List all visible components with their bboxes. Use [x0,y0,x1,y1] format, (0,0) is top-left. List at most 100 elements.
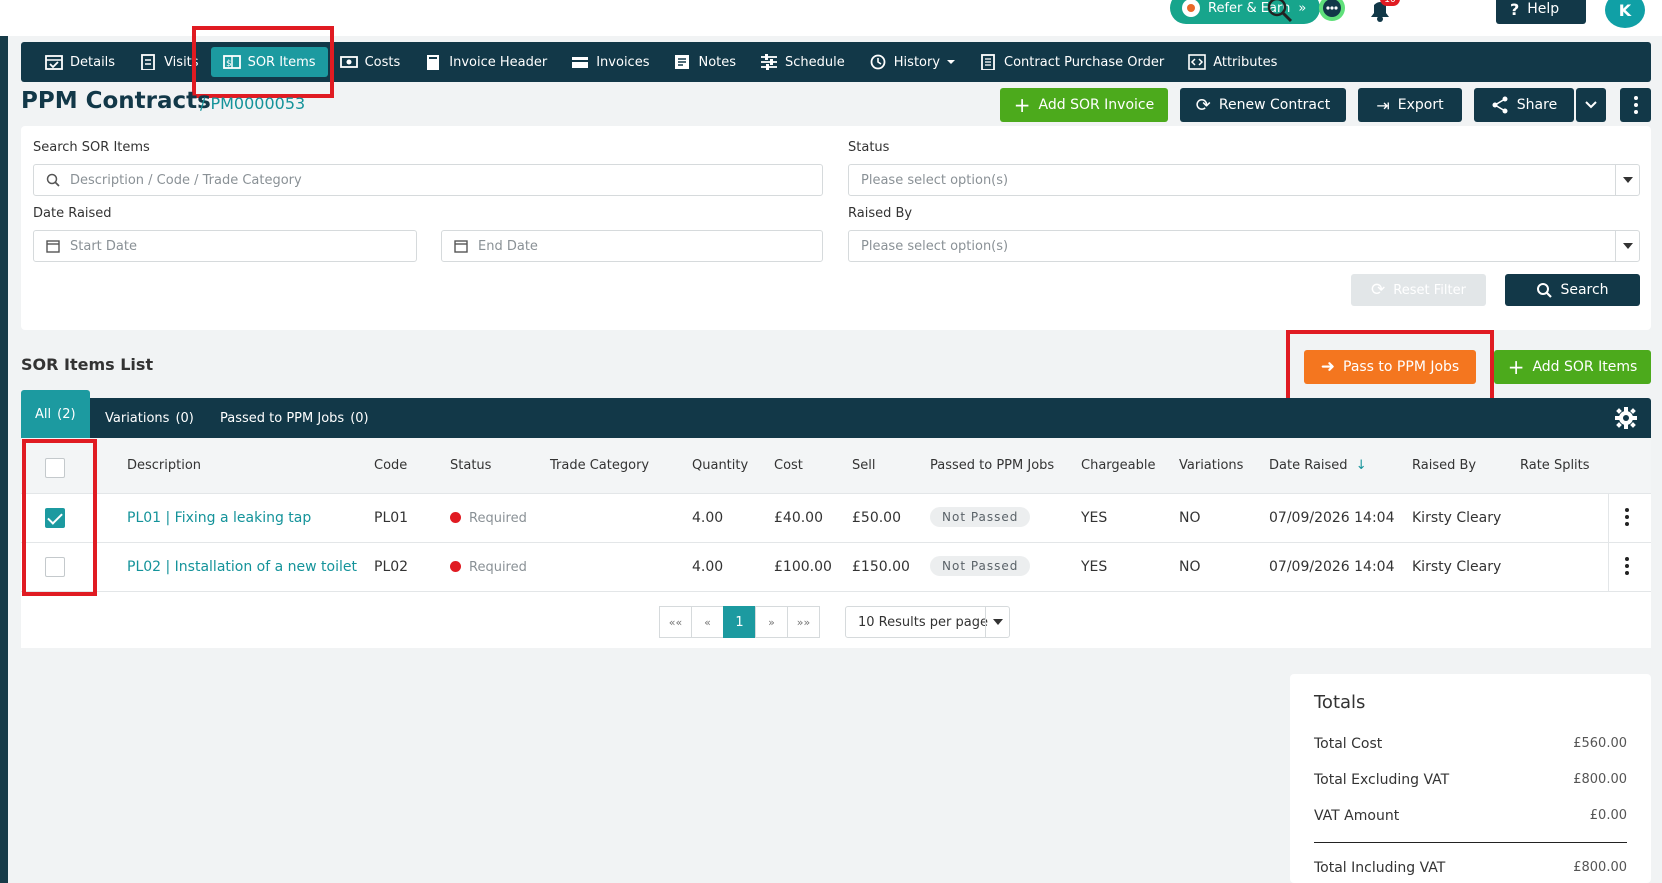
card-icon [572,57,589,68]
pass-to-ppm-jobs-button[interactable]: ➜ Pass to PPM Jobs [1304,350,1476,384]
sor-items-table: Description Code Status Trade Category Q… [21,438,1651,648]
pagination: «« « 1 » »» [659,606,820,638]
help-label: Help [1527,1,1560,17]
add-sor-items-label: Add SOR Items [1532,359,1638,375]
row-status-text: Required [469,511,527,526]
col-raised-by[interactable]: Raised By [1412,458,1476,473]
total-incl-vat-value: £800.00 [1573,860,1627,875]
add-sor-items-button[interactable]: + Add SOR Items [1494,350,1651,384]
page-prev-button[interactable]: « [691,606,724,638]
row-checkbox[interactable] [45,508,65,528]
raised-by-select[interactable]: Please select option(s) [848,230,1640,262]
table-row: PL01 | Fixing a leaking tap PL01 Require… [21,494,1651,543]
sort-arrow-down-icon: ↓ [1355,458,1367,473]
plus-icon: + [1507,355,1525,379]
reset-filter-button[interactable]: ⟳ Reset Filter [1351,274,1486,306]
total-excl-vat-value: £800.00 [1573,772,1627,787]
col-sell[interactable]: Sell [852,458,875,473]
status-dot-icon [450,561,461,572]
user-avatar[interactable]: K [1605,0,1645,28]
list-tab-label: Passed to PPM Jobs [220,410,345,426]
status-select[interactable]: Please select option(s) [848,164,1640,196]
row-kebab-icon[interactable] [1625,508,1629,526]
tab-details[interactable]: Details [33,47,127,77]
tab-notes[interactable]: Notes [661,47,748,77]
end-date-input[interactable]: End Date [441,230,823,262]
col-rate-splits[interactable]: Rate Splits [1520,458,1590,473]
breadcrumb[interactable]: / PM0000053 [200,94,305,113]
help-button[interactable]: ? Help [1496,0,1586,24]
renew-contract-button[interactable]: ⟳ Renew Contract [1180,88,1346,122]
tab-invoices[interactable]: Invoices [559,47,661,77]
share-button[interactable]: Share [1474,88,1574,122]
row-description-link[interactable]: PL01 | Fixing a leaking tap [127,510,311,526]
row-kebab-icon[interactable] [1625,557,1629,575]
row-chargeable: YES [1081,559,1108,575]
tab-attributes[interactable]: Attributes [1176,47,1289,77]
row-raised-by: Kirsty Cleary [1412,510,1502,526]
col-passed[interactable]: Passed to PPM Jobs [930,458,1054,473]
page-first-button[interactable]: «« [659,606,692,638]
dropdown-caret-icon [1615,165,1639,195]
row-checkbox[interactable] [45,557,65,577]
row-date-raised: 07/09/2026 14:04 [1269,559,1395,575]
calendar-check-icon [45,55,63,70]
tab-visits[interactable]: Visits [127,47,210,77]
search-icon [46,173,60,187]
results-per-page-select[interactable]: 10 Results per page [845,606,1010,638]
totals-panel: Totals Total Cost £560.00 Total Excludin… [1290,674,1651,883]
list-tab-variations[interactable]: Variations (0) [105,398,194,438]
row-sell: £150.00 [852,559,910,575]
refer-earn-button[interactable]: Refer & Earn » [1170,0,1320,24]
add-sor-invoice-label: Add SOR Invoice [1038,97,1155,113]
calendar-icon [454,240,468,253]
chat-icon[interactable] [1316,0,1348,24]
col-variations[interactable]: Variations [1179,458,1243,473]
col-trade-category[interactable]: Trade Category [550,458,649,473]
record-tab-nav: Details Visits $ SOR Items Costs Invoice… [21,42,1651,82]
search-sor-input[interactable]: Description / Code / Trade Category [33,164,823,196]
notification-badge: 10 [1380,0,1400,6]
question-mark-icon: ? [1510,0,1520,19]
tab-history[interactable]: History [857,47,967,77]
more-actions-button[interactable] [1620,88,1651,122]
page-last-button[interactable]: »» [787,606,820,638]
start-date-input[interactable]: Start Date [33,230,417,262]
page-current-button[interactable]: 1 [723,606,756,638]
tab-label: Visits [164,54,199,70]
tab-costs[interactable]: Costs [328,47,413,77]
list-tab-passed[interactable]: Passed to PPM Jobs (0) [220,398,369,438]
end-date-placeholder: End Date [478,238,538,254]
total-excl-vat-row: Total Excluding VAT £800.00 [1314,772,1627,788]
tab-sor-items[interactable]: $ SOR Items [210,47,328,77]
tab-invoice-header[interactable]: Invoice Header [412,47,559,77]
col-description[interactable]: Description [127,458,201,473]
col-chargeable[interactable]: Chargeable [1081,458,1155,473]
tab-schedule[interactable]: Schedule [748,47,857,77]
plus-icon: + [1013,93,1031,117]
tab-contract-purchase-order[interactable]: Contract Purchase Order [967,47,1176,77]
add-sor-invoice-button[interactable]: + Add SOR Invoice [1000,88,1168,122]
row-status-text: Required [469,560,527,575]
col-date-raised[interactable]: Date Raised ↓ [1269,458,1367,473]
export-label: Export [1397,97,1444,113]
select-all-checkbox[interactable] [45,458,65,478]
gear-icon[interactable] [1615,407,1637,429]
col-status[interactable]: Status [450,458,491,473]
share-dropdown-button[interactable] [1576,88,1606,122]
reset-filter-label: Reset Filter [1393,282,1466,298]
page-next-button[interactable]: » [755,606,788,638]
row-divider [1608,543,1609,592]
search-icon [1537,283,1553,298]
list-tab-all[interactable]: All (2) [21,390,90,438]
row-description-link[interactable]: PL02 | Installation of a new toilet [127,559,357,575]
list-tab-count: (2) [57,406,76,422]
col-quantity[interactable]: Quantity [692,458,748,473]
search-button[interactable]: Search [1505,274,1640,306]
list-tab-label: Variations [105,410,170,426]
col-cost[interactable]: Cost [774,458,803,473]
col-code[interactable]: Code [374,458,407,473]
calendar-icon [46,240,60,253]
export-button[interactable]: ⇥ Export [1358,88,1462,122]
search-icon[interactable] [1266,0,1294,24]
